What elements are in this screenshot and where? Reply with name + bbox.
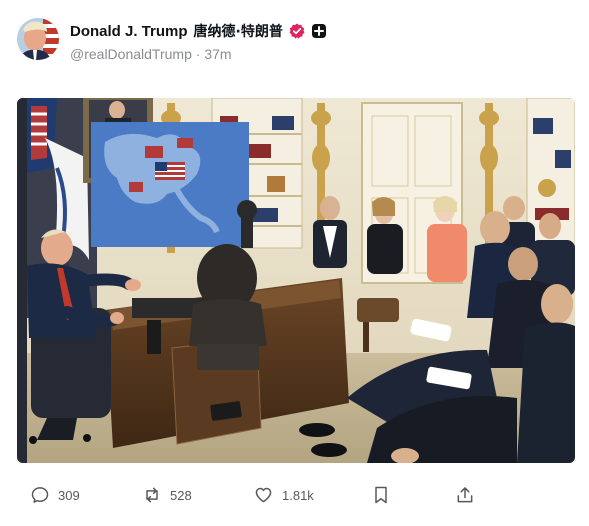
share-button[interactable]: [455, 480, 475, 510]
share-icon: [455, 485, 475, 505]
post-timestamp[interactable]: 37m: [204, 46, 231, 62]
repost-count: 528: [170, 487, 192, 503]
affiliate-badge-icon: [311, 23, 327, 39]
repost-button[interactable]: 528: [142, 480, 192, 510]
reply-count: 309: [58, 487, 80, 503]
avatar-image: [17, 18, 59, 60]
bookmark-icon: [372, 485, 390, 505]
bookmark-button[interactable]: [372, 480, 390, 510]
author-name-row: Donald J. Trump 唐纳德·特朗普: [70, 20, 327, 42]
oval-office-meeting-photo: TUS: [17, 98, 575, 463]
author-display-name[interactable]: Donald J. Trump: [70, 23, 188, 40]
post-media-photo[interactable]: TUS: [17, 98, 575, 463]
author-meta-row: @realDonaldTrump · 37m: [70, 46, 232, 62]
reply-button[interactable]: 309: [30, 480, 80, 510]
verified-badge-icon: [289, 23, 305, 39]
like-count: 1.81k: [282, 487, 314, 503]
comment-icon: [30, 485, 50, 505]
post-action-bar: 309 528 1.81k: [0, 480, 589, 510]
author-handle[interactable]: @realDonaldTrump: [70, 46, 192, 62]
like-button[interactable]: 1.81k: [253, 480, 314, 510]
avatar[interactable]: [17, 18, 59, 60]
meta-separator: ·: [195, 46, 201, 62]
author-display-name-cjk[interactable]: 唐纳德·特朗普: [194, 21, 283, 41]
heart-icon: [253, 485, 274, 505]
repost-icon: [142, 485, 162, 505]
post-card: Donald J. Trump 唐纳德·特朗普 @realDonaldTrump…: [0, 0, 589, 526]
